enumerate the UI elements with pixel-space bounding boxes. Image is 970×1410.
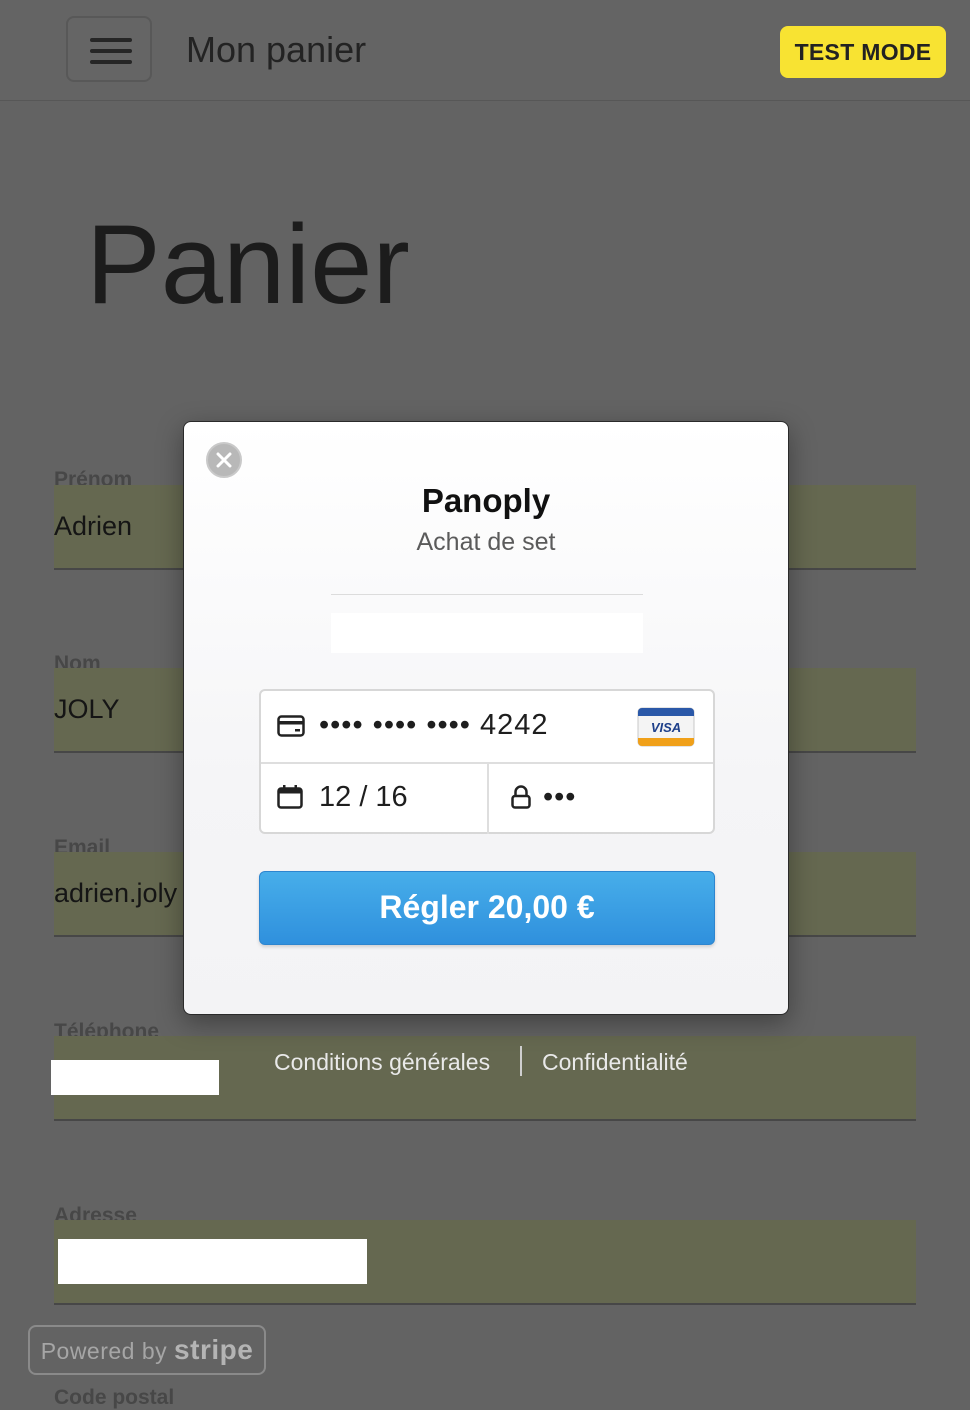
credit-card-icon: [277, 715, 305, 737]
hamburger-line: [90, 60, 132, 64]
stripe-logo-text: stripe: [174, 1334, 254, 1365]
card-number-input[interactable]: •••• •••• •••• 4242: [319, 705, 549, 745]
nom-value: JOLY: [54, 694, 120, 724]
powered-by-text: Powered by: [40, 1338, 168, 1364]
app-title: Mon panier: [186, 29, 367, 70]
redacted-email: [331, 613, 643, 653]
checkout-modal: Panoply Achat de set •••• •••• •••• 4242…: [183, 421, 789, 1015]
test-mode-badge: TEST MODE: [780, 26, 946, 78]
visa-brand-text: VISA: [651, 720, 681, 735]
page-heading: Panier: [86, 202, 410, 327]
hamburger-line: [90, 38, 132, 42]
card-col-divider: [487, 764, 489, 834]
terms-link[interactable]: Conditions générales: [274, 1046, 490, 1078]
redacted-address: [58, 1239, 367, 1284]
merchant-name: Panoply: [421, 482, 551, 519]
field-label-code-postal: Code postal: [54, 1386, 175, 1409]
privacy-link[interactable]: Confidentialité: [542, 1046, 688, 1078]
lock-icon: [511, 785, 531, 809]
close-button[interactable]: [206, 442, 242, 478]
calendar-icon: [277, 785, 303, 809]
cvc-input[interactable]: •••: [543, 777, 576, 817]
visa-card-icon: VISA: [637, 707, 695, 747]
hamburger-line: [90, 49, 132, 53]
redacted-phone: [51, 1060, 219, 1095]
email-value: adrien.joly: [54, 878, 178, 908]
modal-divider: [331, 594, 643, 595]
expiry-input[interactable]: 12 / 16: [319, 777, 408, 817]
close-icon: [216, 452, 232, 468]
hamburger-menu-button[interactable]: [66, 16, 152, 82]
legal-divider: [520, 1046, 522, 1076]
prenom-value: Adrien: [54, 511, 133, 541]
top-bar: Mon panier TEST MODE: [0, 0, 970, 101]
pay-button[interactable]: Régler 20,00 €: [259, 871, 715, 945]
powered-by-stripe-badge[interactable]: Powered by stripe: [28, 1325, 266, 1375]
purchase-description: Achat de set: [416, 528, 556, 556]
card-details-box: •••• •••• •••• 4242 VISA 12 / 16 •••: [259, 689, 715, 834]
